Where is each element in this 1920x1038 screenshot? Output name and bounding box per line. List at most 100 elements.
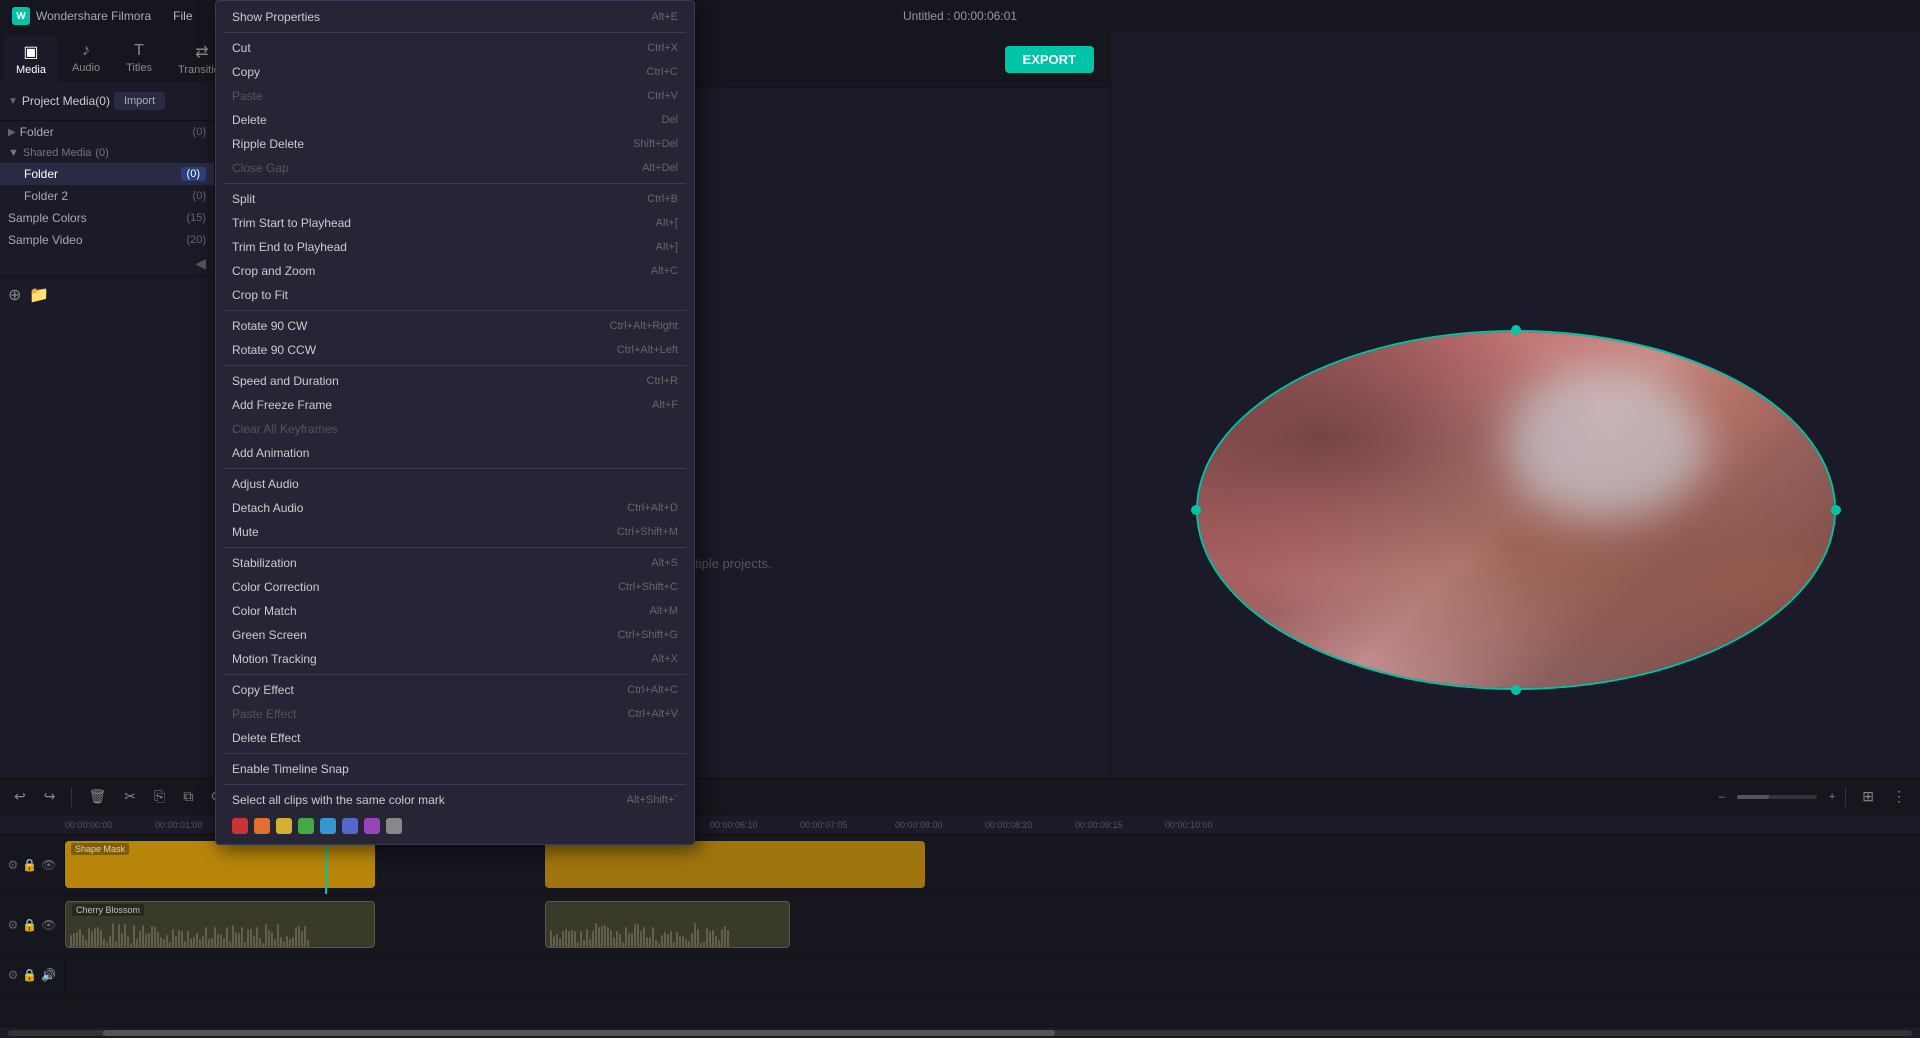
ctx-rotate-ccw[interactable]: Rotate 90 CCW Ctrl+Alt+Left bbox=[216, 338, 694, 362]
ctx-select-color-mark-shortcut: Alt+Shift+` bbox=[627, 794, 678, 806]
ctx-color-correction-shortcut: Ctrl+Shift+C bbox=[618, 581, 678, 593]
ctx-color-correction-label: Color Correction bbox=[232, 580, 319, 594]
ctx-motion-tracking[interactable]: Motion Tracking Alt+X bbox=[216, 647, 694, 671]
swatch-blue[interactable] bbox=[320, 818, 336, 834]
ctx-motion-tracking-shortcut: Alt+X bbox=[651, 653, 678, 665]
ctx-rotate-ccw-label: Rotate 90 CCW bbox=[232, 343, 316, 357]
swatch-purple[interactable] bbox=[364, 818, 380, 834]
ctx-show-properties-shortcut: Alt+E bbox=[651, 11, 678, 23]
ctx-sep-8 bbox=[224, 753, 686, 754]
ctx-stabilization-label: Stabilization bbox=[232, 556, 297, 570]
ctx-copy-effect[interactable]: Copy Effect Ctrl+Alt+C bbox=[216, 678, 694, 702]
ctx-copy-shortcut: Ctrl+C bbox=[647, 66, 678, 78]
ctx-color-match[interactable]: Color Match Alt+M bbox=[216, 599, 694, 623]
ctx-freeze-frame[interactable]: Add Freeze Frame Alt+F bbox=[216, 393, 694, 417]
ctx-delete-shortcut: Del bbox=[661, 114, 678, 126]
ctx-speed-duration-shortcut: Ctrl+R bbox=[647, 375, 678, 387]
ctx-speed-duration-label: Speed and Duration bbox=[232, 374, 339, 388]
ctx-copy-label: Copy bbox=[232, 65, 260, 79]
ctx-show-properties-label: Show Properties bbox=[232, 10, 320, 24]
ctx-clear-keyframes: Clear All Keyframes bbox=[216, 417, 694, 441]
ctx-split-shortcut: Ctrl+B bbox=[647, 193, 678, 205]
ctx-cut-label: Cut bbox=[232, 41, 251, 55]
ctx-trim-start-shortcut: Alt+[ bbox=[656, 217, 678, 229]
ctx-select-color-mark-label: Select all clips with the same color mar… bbox=[232, 793, 445, 807]
ctx-sep-4 bbox=[224, 365, 686, 366]
ctx-close-gap-label: Close Gap bbox=[232, 161, 289, 175]
ctx-paste-effect-shortcut: Ctrl+Alt+V bbox=[628, 708, 678, 720]
ctx-freeze-frame-label: Add Freeze Frame bbox=[232, 398, 332, 412]
ctx-mute-shortcut: Ctrl+Shift+M bbox=[617, 526, 678, 538]
ctx-delete-label: Delete bbox=[232, 113, 267, 127]
ctx-split[interactable]: Split Ctrl+B bbox=[216, 187, 694, 211]
ctx-motion-tracking-label: Motion Tracking bbox=[232, 652, 317, 666]
ctx-cut[interactable]: Cut Ctrl+X bbox=[216, 36, 694, 60]
ctx-sep-2 bbox=[224, 183, 686, 184]
ctx-cut-shortcut: Ctrl+X bbox=[647, 42, 678, 54]
ctx-delete-effect-label: Delete Effect bbox=[232, 731, 300, 745]
ctx-trim-start-label: Trim Start to Playhead bbox=[232, 216, 351, 230]
ctx-detach-audio-label: Detach Audio bbox=[232, 501, 303, 515]
ctx-stabilization-shortcut: Alt+S bbox=[651, 557, 678, 569]
ctx-ripple-delete-label: Ripple Delete bbox=[232, 137, 304, 151]
ctx-close-gap-shortcut: Alt+Del bbox=[642, 162, 678, 174]
ctx-detach-audio-shortcut: Ctrl+Alt+D bbox=[627, 502, 678, 514]
ctx-speed-duration[interactable]: Speed and Duration Ctrl+R bbox=[216, 369, 694, 393]
ctx-enable-snap-label: Enable Timeline Snap bbox=[232, 762, 349, 776]
ctx-copy-effect-label: Copy Effect bbox=[232, 683, 294, 697]
ctx-paste-effect: Paste Effect Ctrl+Alt+V bbox=[216, 702, 694, 726]
swatch-green[interactable] bbox=[298, 818, 314, 834]
ctx-adjust-audio[interactable]: Adjust Audio bbox=[216, 472, 694, 496]
ctx-paste: Paste Ctrl+V bbox=[216, 84, 694, 108]
ctx-sep-5 bbox=[224, 468, 686, 469]
swatch-yellow[interactable] bbox=[276, 818, 292, 834]
ctx-crop-fit[interactable]: Crop to Fit bbox=[216, 283, 694, 307]
ctx-delete-effect[interactable]: Delete Effect bbox=[216, 726, 694, 750]
ctx-sep-6 bbox=[224, 547, 686, 548]
ctx-show-properties[interactable]: Show Properties Alt+E bbox=[216, 5, 694, 29]
ctx-trim-start[interactable]: Trim Start to Playhead Alt+[ bbox=[216, 211, 694, 235]
ctx-add-animation[interactable]: Add Animation bbox=[216, 441, 694, 465]
ctx-crop-zoom-label: Crop and Zoom bbox=[232, 264, 315, 278]
ctx-copy-effect-shortcut: Ctrl+Alt+C bbox=[627, 684, 678, 696]
ctx-color-match-label: Color Match bbox=[232, 604, 297, 618]
ctx-clear-keyframes-label: Clear All Keyframes bbox=[232, 422, 337, 436]
swatch-orange[interactable] bbox=[254, 818, 270, 834]
ctx-close-gap: Close Gap Alt+Del bbox=[216, 156, 694, 180]
ctx-mute[interactable]: Mute Ctrl+Shift+M bbox=[216, 520, 694, 544]
ctx-delete[interactable]: Delete Del bbox=[216, 108, 694, 132]
context-menu: Show Properties Alt+E Cut Ctrl+X Copy Ct… bbox=[215, 0, 695, 845]
ctx-ripple-delete[interactable]: Ripple Delete Shift+Del bbox=[216, 132, 694, 156]
ctx-add-animation-label: Add Animation bbox=[232, 446, 309, 460]
ctx-crop-fit-label: Crop to Fit bbox=[232, 288, 288, 302]
ctx-split-label: Split bbox=[232, 192, 255, 206]
ctx-rotate-cw-shortcut: Ctrl+Alt+Right bbox=[610, 320, 678, 332]
ctx-copy[interactable]: Copy Ctrl+C bbox=[216, 60, 694, 84]
ctx-freeze-frame-shortcut: Alt+F bbox=[652, 399, 678, 411]
ctx-color-correction[interactable]: Color Correction Ctrl+Shift+C bbox=[216, 575, 694, 599]
ctx-trim-end-shortcut: Alt+] bbox=[656, 241, 678, 253]
ctx-paste-label: Paste bbox=[232, 89, 263, 103]
ctx-rotate-cw-label: Rotate 90 CW bbox=[232, 319, 307, 333]
ctx-detach-audio[interactable]: Detach Audio Ctrl+Alt+D bbox=[216, 496, 694, 520]
swatch-red[interactable] bbox=[232, 818, 248, 834]
ctx-green-screen[interactable]: Green Screen Ctrl+Shift+G bbox=[216, 623, 694, 647]
ctx-mute-label: Mute bbox=[232, 525, 259, 539]
ctx-trim-end-label: Trim End to Playhead bbox=[232, 240, 347, 254]
ctx-green-screen-shortcut: Ctrl+Shift+G bbox=[617, 629, 678, 641]
swatch-gray[interactable] bbox=[386, 818, 402, 834]
ctx-rotate-ccw-shortcut: Ctrl+Alt+Left bbox=[617, 344, 678, 356]
ctx-ripple-delete-shortcut: Shift+Del bbox=[633, 138, 678, 150]
ctx-sep-1 bbox=[224, 32, 686, 33]
ctx-trim-end[interactable]: Trim End to Playhead Alt+] bbox=[216, 235, 694, 259]
ctx-crop-zoom-shortcut: Alt+C bbox=[651, 265, 678, 277]
ctx-sep-7 bbox=[224, 674, 686, 675]
ctx-enable-snap[interactable]: Enable Timeline Snap bbox=[216, 757, 694, 781]
swatch-indigo[interactable] bbox=[342, 818, 358, 834]
ctx-rotate-cw[interactable]: Rotate 90 CW Ctrl+Alt+Right bbox=[216, 314, 694, 338]
ctx-crop-zoom[interactable]: Crop and Zoom Alt+C bbox=[216, 259, 694, 283]
ctx-select-color-mark[interactable]: Select all clips with the same color mar… bbox=[216, 788, 694, 812]
ctx-green-screen-label: Green Screen bbox=[232, 628, 307, 642]
ctx-stabilization[interactable]: Stabilization Alt+S bbox=[216, 551, 694, 575]
ctx-adjust-audio-label: Adjust Audio bbox=[232, 477, 299, 491]
